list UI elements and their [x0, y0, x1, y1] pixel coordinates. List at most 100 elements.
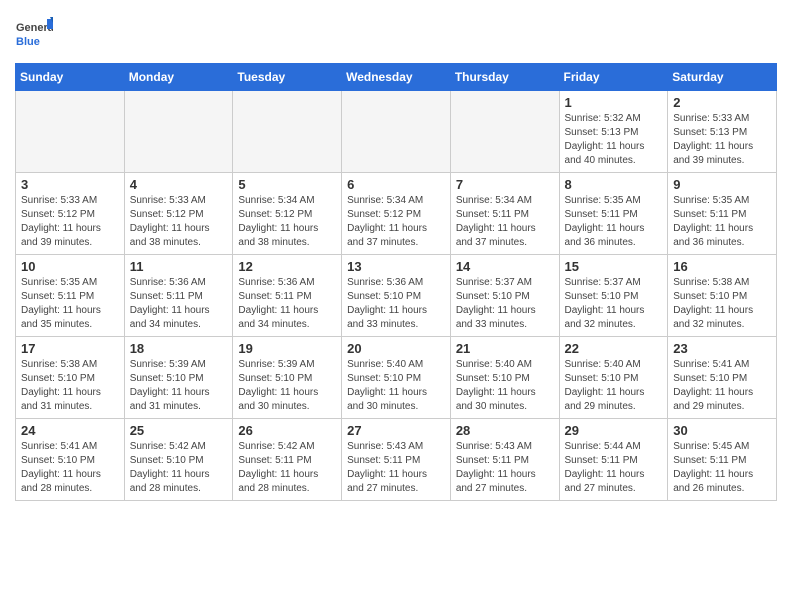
day-number: 11 [130, 259, 228, 274]
day-number: 15 [565, 259, 663, 274]
calendar-cell: 18 Sunrise: 5:39 AM Sunset: 5:10 PM Dayli… [124, 337, 233, 419]
calendar-cell: 14 Sunrise: 5:37 AM Sunset: 5:10 PM Dayli… [450, 255, 559, 337]
logo-svg: General Blue [15, 15, 53, 53]
calendar-cell: 6Sunrise: 5:34 AM Sunset: 5:12 PM Daylig… [342, 173, 451, 255]
calendar-cell: 21 Sunrise: 5:40 AM Sunset: 5:10 PM Dayli… [450, 337, 559, 419]
calendar-cell: 13 Sunrise: 5:36 AM Sunset: 5:10 PM Dayli… [342, 255, 451, 337]
day-number: 12 [238, 259, 336, 274]
calendar-cell: 19 Sunrise: 5:39 AM Sunset: 5:10 PM Dayli… [233, 337, 342, 419]
calendar-cell: 16Sunrise: 5:38 AM Sunset: 5:10 PM Dayli… [668, 255, 777, 337]
day-number: 14 [456, 259, 554, 274]
weekday-header-monday: Monday [124, 64, 233, 91]
calendar-cell: 26Sunrise: 5:42 AM Sunset: 5:11 PM Dayli… [233, 419, 342, 501]
day-number: 1 [565, 95, 663, 110]
day-info: Sunrise: 5:39 AM Sunset: 5:10 PM Dayligh… [130, 358, 228, 414]
weekday-header-tuesday: Tuesday [233, 64, 342, 91]
calendar-cell [16, 91, 125, 173]
calendar-cell: 30 Sunrise: 5:45 AM Sunset: 5:11 PM Dayli… [668, 419, 777, 501]
day-info: Sunrise: 5:36 AM Sunset: 5:11 PM Dayligh… [238, 276, 336, 332]
calendar-cell: 25 Sunrise: 5:42 AM Sunset: 5:10 PM Dayli… [124, 419, 233, 501]
calendar-cell: 15 Sunrise: 5:37 AM Sunset: 5:10 PM Dayli… [559, 255, 668, 337]
day-number: 29 [565, 423, 663, 438]
day-info: Sunrise: 5:36 AM Sunset: 5:10 PM Dayligh… [347, 276, 445, 332]
day-number: 2 [673, 95, 771, 110]
day-info: Sunrise: 5:41 AM Sunset: 5:10 PM Dayligh… [673, 358, 771, 414]
day-info: Sunrise: 5:40 AM Sunset: 5:10 PM Dayligh… [565, 358, 663, 414]
day-number: 25 [130, 423, 228, 438]
calendar-cell: 9Sunrise: 5:35 AM Sunset: 5:11 PM Daylig… [668, 173, 777, 255]
calendar-cell [233, 91, 342, 173]
day-number: 19 [238, 341, 336, 356]
day-info: Sunrise: 5:35 AM Sunset: 5:11 PM Dayligh… [565, 194, 663, 250]
weekday-header-friday: Friday [559, 64, 668, 91]
day-info: Sunrise: 5:34 AM Sunset: 5:11 PM Dayligh… [456, 194, 554, 250]
day-info: Sunrise: 5:42 AM Sunset: 5:11 PM Dayligh… [238, 440, 336, 496]
calendar-cell: 3 Sunrise: 5:33 AM Sunset: 5:12 PM Daylig… [16, 173, 125, 255]
day-number: 27 [347, 423, 445, 438]
day-number: 10 [21, 259, 119, 274]
calendar-week-5: 24 Sunrise: 5:41 AM Sunset: 5:10 PM Dayli… [16, 419, 777, 501]
calendar-week-1: 1Sunrise: 5:32 AM Sunset: 5:13 PM Daylig… [16, 91, 777, 173]
day-number: 21 [456, 341, 554, 356]
calendar-cell: 10 Sunrise: 5:35 AM Sunset: 5:11 PM Dayli… [16, 255, 125, 337]
day-info: Sunrise: 5:35 AM Sunset: 5:11 PM Dayligh… [21, 276, 119, 332]
day-info: Sunrise: 5:34 AM Sunset: 5:12 PM Dayligh… [238, 194, 336, 250]
calendar-cell: 7 Sunrise: 5:34 AM Sunset: 5:11 PM Daylig… [450, 173, 559, 255]
day-number: 16 [673, 259, 771, 274]
weekday-header-wednesday: Wednesday [342, 64, 451, 91]
calendar-cell: 11 Sunrise: 5:36 AM Sunset: 5:11 PM Dayli… [124, 255, 233, 337]
day-number: 17 [21, 341, 119, 356]
day-number: 30 [673, 423, 771, 438]
day-info: Sunrise: 5:43 AM Sunset: 5:11 PM Dayligh… [347, 440, 445, 496]
calendar-cell: 2 Sunrise: 5:33 AM Sunset: 5:13 PM Daylig… [668, 91, 777, 173]
calendar-cell: 20Sunrise: 5:40 AM Sunset: 5:10 PM Dayli… [342, 337, 451, 419]
weekday-header-thursday: Thursday [450, 64, 559, 91]
day-info: Sunrise: 5:38 AM Sunset: 5:10 PM Dayligh… [21, 358, 119, 414]
day-info: Sunrise: 5:40 AM Sunset: 5:10 PM Dayligh… [456, 358, 554, 414]
calendar-cell [450, 91, 559, 173]
calendar-cell: 22 Sunrise: 5:40 AM Sunset: 5:10 PM Dayli… [559, 337, 668, 419]
calendar-cell: 23Sunrise: 5:41 AM Sunset: 5:10 PM Dayli… [668, 337, 777, 419]
day-info: Sunrise: 5:45 AM Sunset: 5:11 PM Dayligh… [673, 440, 771, 496]
calendar-cell [342, 91, 451, 173]
calendar-cell: 28Sunrise: 5:43 AM Sunset: 5:11 PM Dayli… [450, 419, 559, 501]
logo: General Blue [15, 15, 53, 53]
day-info: Sunrise: 5:41 AM Sunset: 5:10 PM Dayligh… [21, 440, 119, 496]
day-number: 7 [456, 177, 554, 192]
day-number: 22 [565, 341, 663, 356]
day-info: Sunrise: 5:33 AM Sunset: 5:12 PM Dayligh… [21, 194, 119, 250]
calendar-cell: 4Sunrise: 5:33 AM Sunset: 5:12 PM Daylig… [124, 173, 233, 255]
day-number: 13 [347, 259, 445, 274]
day-number: 4 [130, 177, 228, 192]
calendar-cell: 24 Sunrise: 5:41 AM Sunset: 5:10 PM Dayli… [16, 419, 125, 501]
svg-text:Blue: Blue [16, 36, 40, 48]
day-number: 28 [456, 423, 554, 438]
day-info: Sunrise: 5:39 AM Sunset: 5:10 PM Dayligh… [238, 358, 336, 414]
calendar-week-4: 17 Sunrise: 5:38 AM Sunset: 5:10 PM Dayli… [16, 337, 777, 419]
day-number: 3 [21, 177, 119, 192]
day-info: Sunrise: 5:34 AM Sunset: 5:12 PM Dayligh… [347, 194, 445, 250]
calendar-table: SundayMondayTuesdayWednesdayThursdayFrid… [15, 63, 777, 501]
day-info: Sunrise: 5:40 AM Sunset: 5:10 PM Dayligh… [347, 358, 445, 414]
day-info: Sunrise: 5:42 AM Sunset: 5:10 PM Dayligh… [130, 440, 228, 496]
day-info: Sunrise: 5:36 AM Sunset: 5:11 PM Dayligh… [130, 276, 228, 332]
calendar-cell: 17 Sunrise: 5:38 AM Sunset: 5:10 PM Dayli… [16, 337, 125, 419]
day-number: 9 [673, 177, 771, 192]
calendar-week-3: 10 Sunrise: 5:35 AM Sunset: 5:11 PM Dayli… [16, 255, 777, 337]
weekday-header-sunday: Sunday [16, 64, 125, 91]
day-number: 18 [130, 341, 228, 356]
day-info: Sunrise: 5:33 AM Sunset: 5:13 PM Dayligh… [673, 112, 771, 168]
calendar-cell: 1Sunrise: 5:32 AM Sunset: 5:13 PM Daylig… [559, 91, 668, 173]
calendar-cell: 12 Sunrise: 5:36 AM Sunset: 5:11 PM Dayli… [233, 255, 342, 337]
day-info: Sunrise: 5:37 AM Sunset: 5:10 PM Dayligh… [565, 276, 663, 332]
calendar-week-2: 3 Sunrise: 5:33 AM Sunset: 5:12 PM Daylig… [16, 173, 777, 255]
day-number: 24 [21, 423, 119, 438]
day-number: 8 [565, 177, 663, 192]
calendar-cell [124, 91, 233, 173]
day-info: Sunrise: 5:44 AM Sunset: 5:11 PM Dayligh… [565, 440, 663, 496]
weekday-header-row: SundayMondayTuesdayWednesdayThursdayFrid… [16, 64, 777, 91]
calendar-cell: 5 Sunrise: 5:34 AM Sunset: 5:12 PM Daylig… [233, 173, 342, 255]
page-header: General Blue [15, 15, 777, 53]
day-info: Sunrise: 5:37 AM Sunset: 5:10 PM Dayligh… [456, 276, 554, 332]
day-number: 5 [238, 177, 336, 192]
